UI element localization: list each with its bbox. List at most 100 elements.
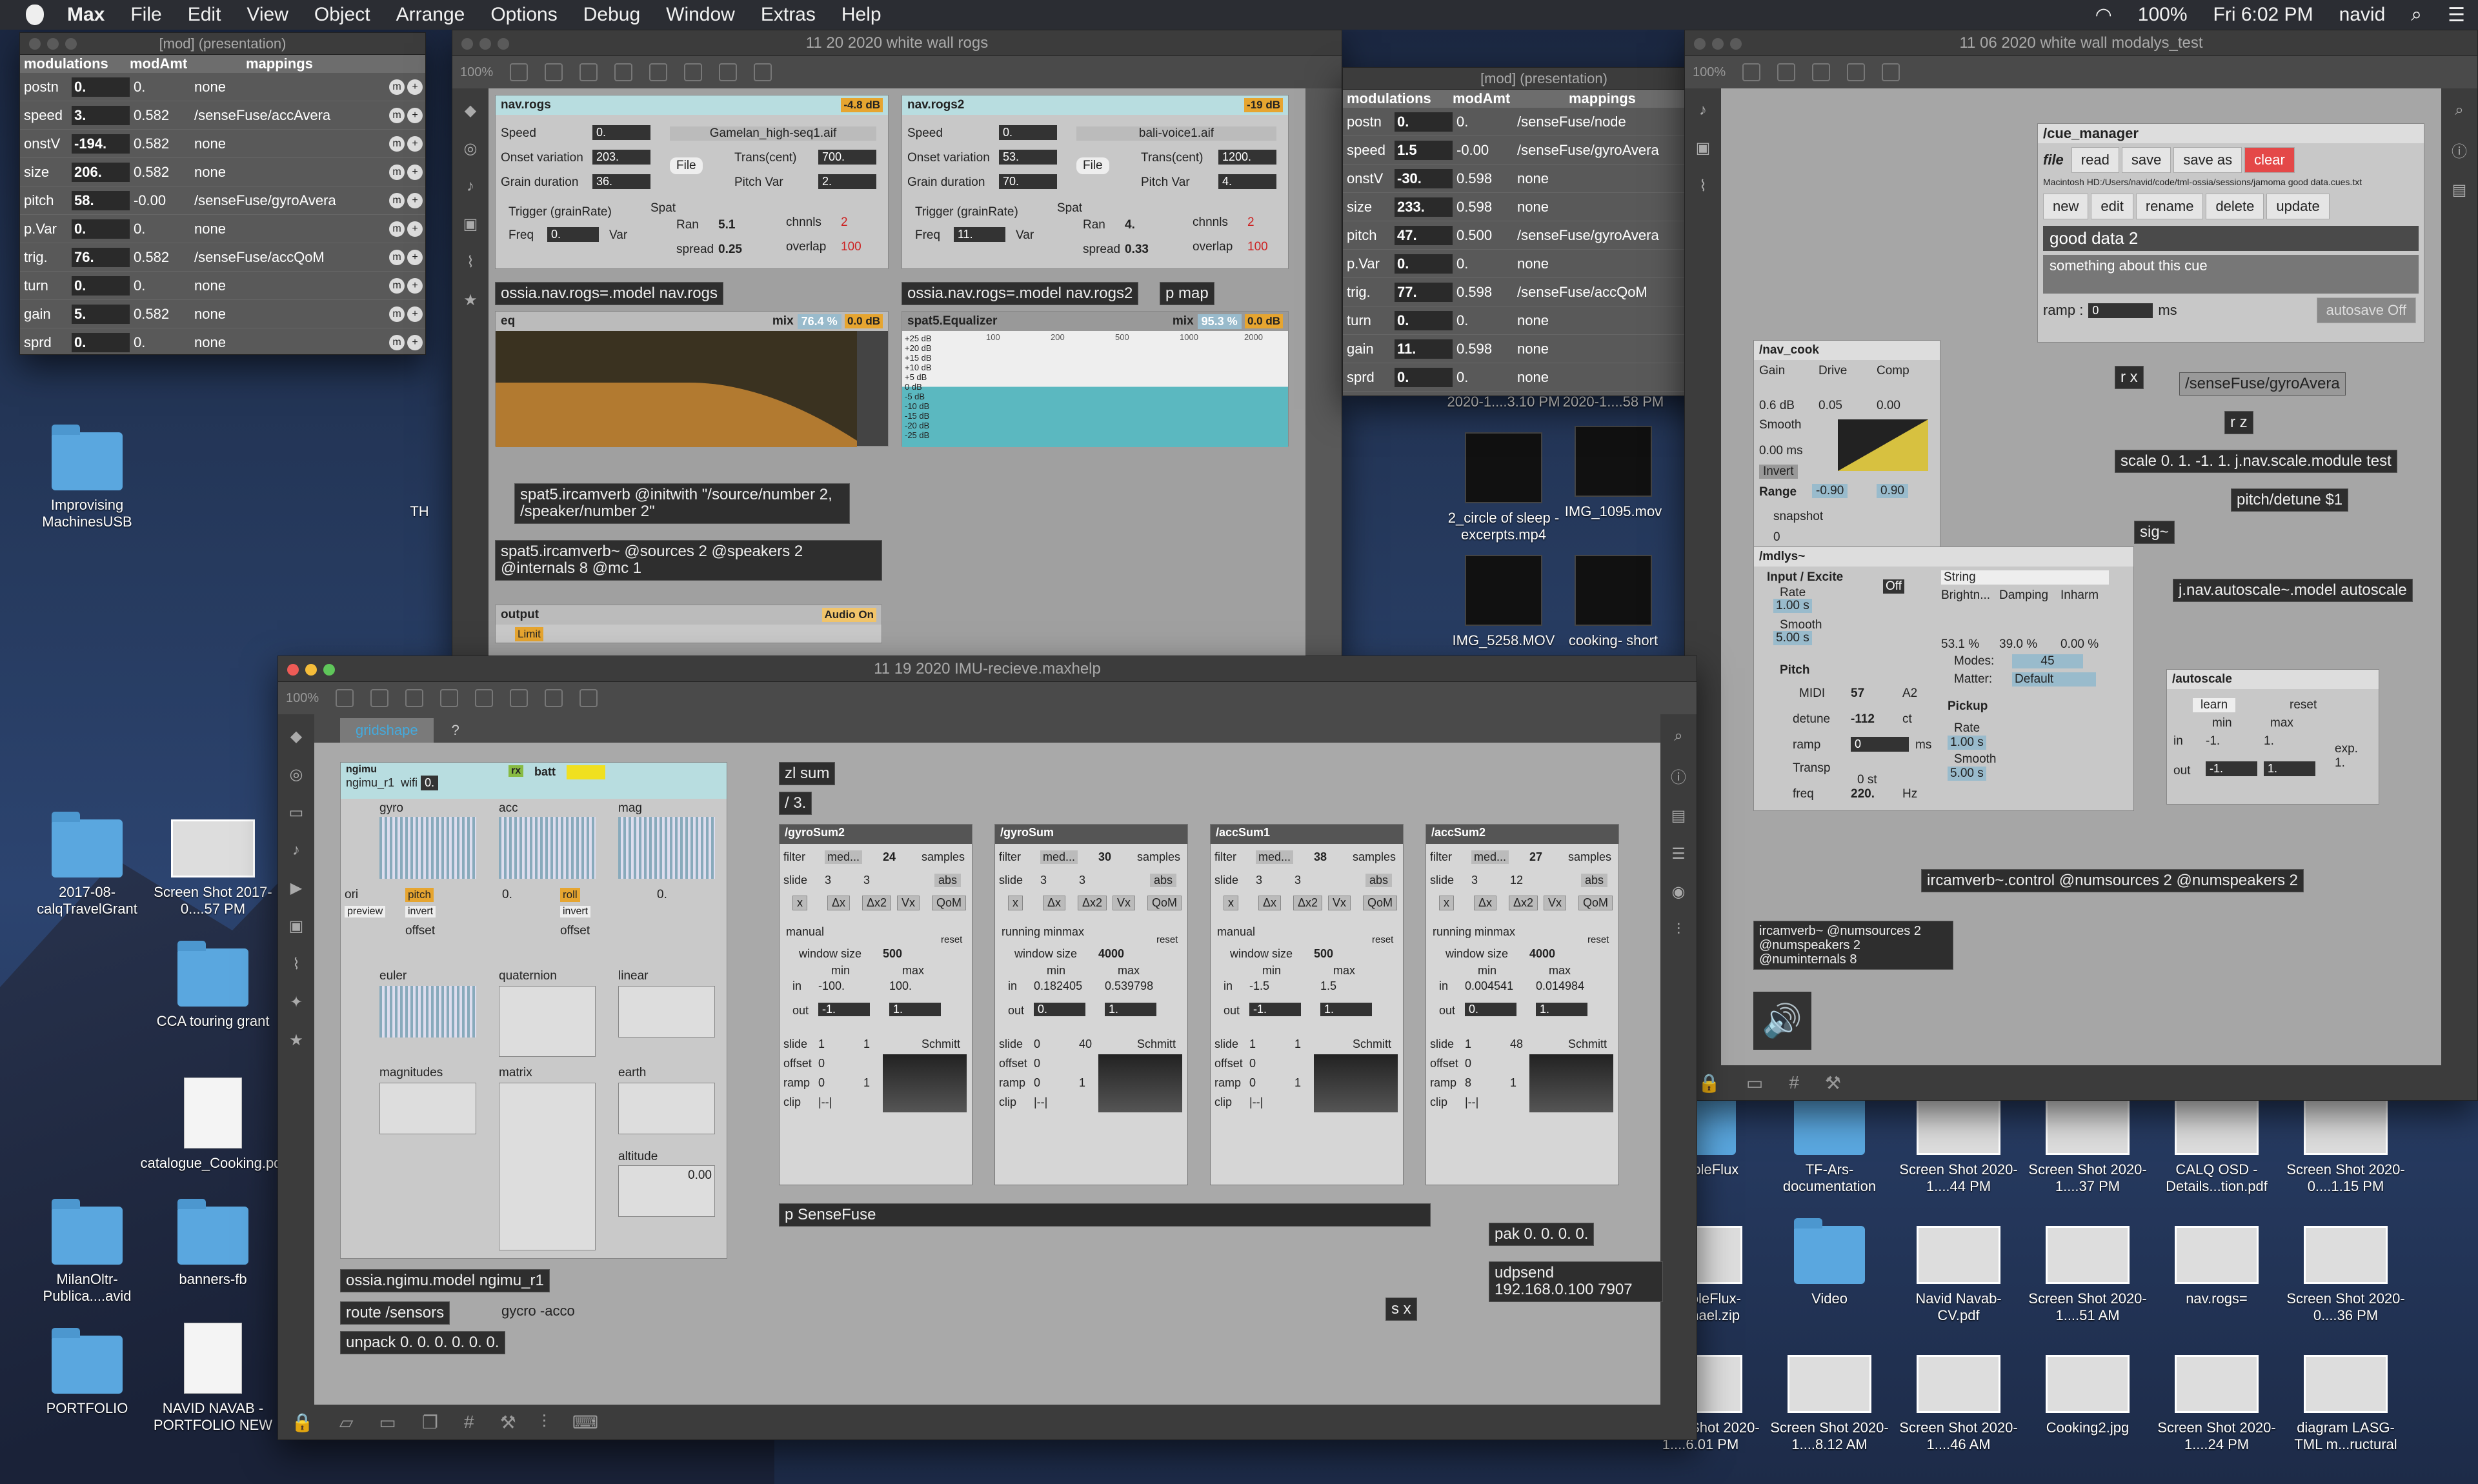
- cube-icon[interactable]: ◆: [290, 727, 302, 746]
- filter-type-select[interactable]: med...: [1471, 850, 1509, 864]
- receive-x-object[interactable]: r x: [2115, 366, 2144, 390]
- trans-number[interactable]: 1200.: [1218, 150, 1276, 165]
- filter-type-select[interactable]: med...: [825, 850, 863, 864]
- filter-value[interactable]: 30: [1098, 850, 1111, 864]
- tab-gridshape[interactable]: gridshape: [340, 718, 434, 743]
- freq-number[interactable]: 0.: [547, 227, 599, 242]
- offset-value[interactable]: 0: [1249, 1057, 1256, 1070]
- object-icon[interactable]: [579, 63, 598, 81]
- schmitt-toggle[interactable]: Schmitt: [1353, 1038, 1391, 1051]
- exp-value[interactable]: 1.: [2335, 756, 2345, 770]
- rate-value[interactable]: 1.00 s: [1773, 599, 1812, 613]
- autosave-toggle[interactable]: autosave Off: [2316, 297, 2416, 323]
- mapping-add-icon[interactable]: +: [407, 221, 423, 237]
- user-name[interactable]: navid: [2326, 4, 2399, 26]
- lock-icon[interactable]: [1742, 63, 1761, 81]
- transform-button[interactable]: Δx: [1258, 896, 1282, 910]
- modulation-amount[interactable]: 0.500: [1453, 227, 1492, 244]
- onset-number[interactable]: 53.: [999, 150, 1057, 165]
- mapping-menu[interactable]: /senseFuse/accAvera: [168, 107, 389, 124]
- zoom-button[interactable]: [323, 664, 335, 676]
- slide-value-2[interactable]: 40: [1079, 1038, 1092, 1051]
- paperclip-icon[interactable]: ⌇: [292, 955, 300, 974]
- detune-value[interactable]: -112: [1851, 712, 1875, 727]
- close-button[interactable]: [29, 38, 41, 50]
- menu-arrange[interactable]: Arrange: [383, 4, 478, 26]
- apple-icon[interactable]: [26, 5, 44, 25]
- mapping-add-icon[interactable]: +: [407, 277, 423, 294]
- mapping-menu[interactable]: none: [168, 135, 389, 152]
- number-icon[interactable]: [545, 689, 563, 707]
- zoom-button[interactable]: [65, 38, 77, 50]
- minimize-button[interactable]: [47, 38, 59, 50]
- in-max[interactable]: 0.014984: [1536, 979, 1584, 993]
- desktop-item[interactable]: Screen Shot 2020-1....37 PM: [2026, 1097, 2149, 1195]
- schmitt-toggle[interactable]: Schmitt: [1568, 1038, 1607, 1051]
- grid-icon[interactable]: #: [1789, 1072, 1799, 1093]
- video-icon[interactable]: ▶: [290, 879, 302, 897]
- mapping-menu[interactable]: none: [168, 306, 389, 323]
- object-icon[interactable]: [405, 689, 424, 707]
- modalys-patcher-window[interactable]: 11 06 2020 white wall modalys_test 100% …: [1684, 30, 2478, 1101]
- layout-icon[interactable]: ▤: [1671, 807, 1686, 825]
- modulation-value[interactable]: 0.: [1395, 112, 1453, 132]
- edit-button[interactable]: edit: [2091, 194, 2133, 219]
- cue-selector[interactable]: good data 2: [2043, 226, 2419, 251]
- out-max[interactable]: 1.: [889, 1003, 941, 1016]
- mapping-menu[interactable]: none: [168, 79, 389, 95]
- scaling-mode[interactable]: manual: [1217, 925, 1255, 939]
- desktop-item[interactable]: Screen Shot 2020-0....36 PM: [2284, 1226, 2407, 1324]
- target-icon[interactable]: ◎: [290, 765, 303, 784]
- schmitt-toggle[interactable]: Schmitt: [922, 1038, 960, 1051]
- mapping-add-icon[interactable]: +: [407, 306, 423, 322]
- out-min[interactable]: 0.: [1465, 1003, 1516, 1016]
- window-size-value[interactable]: 500: [883, 947, 902, 961]
- ramp-value-1[interactable]: 0: [1034, 1076, 1040, 1090]
- in-max[interactable]: 100.: [889, 979, 912, 993]
- grain-number[interactable]: 36.: [592, 174, 650, 189]
- info-icon[interactable]: ⓘ: [1671, 765, 1686, 787]
- transform-button[interactable]: Vx: [1544, 896, 1567, 910]
- desktop-item[interactable]: TF-Ars-documentation: [1768, 1089, 1891, 1195]
- message-icon[interactable]: [1847, 63, 1866, 81]
- modulation-amount[interactable]: 0.: [130, 79, 168, 95]
- read-button[interactable]: read: [2071, 147, 2119, 173]
- out-min[interactable]: -1.: [1249, 1003, 1301, 1016]
- model-object[interactable]: ossia.nav.rogs=.model nav.rogs: [495, 282, 723, 306]
- patcher-canvas[interactable]: ngimu rx batt ngimu_r1 wifi 0. gyro acc …: [314, 743, 1663, 1405]
- layout-icon[interactable]: ▤: [2452, 181, 2467, 199]
- lock-icon[interactable]: 🔒: [291, 1412, 314, 1433]
- mapping-menu[interactable]: none: [168, 164, 389, 181]
- abs-button[interactable]: abs: [1581, 874, 1608, 887]
- zoom-button[interactable]: [498, 38, 509, 50]
- desktop-item[interactable]: TH: [394, 503, 445, 520]
- menu-window[interactable]: Window: [653, 4, 748, 26]
- imu-patcher-window[interactable]: 11 19 2020 IMU-recieve.maxhelp 100% ◆ ◎ ▭ ♪…: [277, 656, 1697, 1440]
- slide-up[interactable]: 3: [1256, 874, 1262, 887]
- mix-value[interactable]: 76.4 %: [797, 314, 841, 329]
- eq-gain[interactable]: 0.0 dB: [1244, 314, 1283, 328]
- transform-button[interactable]: Δx2: [862, 896, 892, 910]
- menu-list-icon[interactable]: ☰: [2435, 4, 2478, 26]
- slide-up[interactable]: 3: [825, 874, 831, 887]
- menu-object[interactable]: Object: [301, 4, 383, 26]
- filter-value[interactable]: 38: [1314, 850, 1327, 864]
- modulation-value[interactable]: 77.: [1395, 282, 1453, 302]
- zl-sum-object[interactable]: zl sum: [779, 762, 836, 786]
- freq-value[interactable]: 220.: [1851, 787, 1875, 801]
- plugin-icon[interactable]: ✦: [290, 993, 303, 1012]
- desktop-item[interactable]: Navid Navab-CV.pdf: [1897, 1226, 2020, 1324]
- modulation-value[interactable]: 11.: [1395, 339, 1453, 359]
- divide-object[interactable]: / 3.: [779, 792, 812, 816]
- edit-icon[interactable]: ▱: [339, 1412, 354, 1433]
- modulation-amount[interactable]: 0.598: [1453, 170, 1492, 187]
- sensefuse-object[interactable]: p SenseFuse: [779, 1203, 1431, 1227]
- music-icon[interactable]: ♪: [467, 177, 474, 196]
- media-icon[interactable]: ▭: [289, 803, 304, 822]
- transp-value[interactable]: 0 st: [1857, 773, 1877, 787]
- transform-button[interactable]: x: [1008, 896, 1023, 910]
- desktop-item[interactable]: cooking- short: [1555, 555, 1671, 649]
- object-icon[interactable]: [1812, 63, 1831, 81]
- wrench-icon[interactable]: ⚒: [500, 1412, 516, 1433]
- ramp-value-1[interactable]: 8: [1465, 1076, 1471, 1090]
